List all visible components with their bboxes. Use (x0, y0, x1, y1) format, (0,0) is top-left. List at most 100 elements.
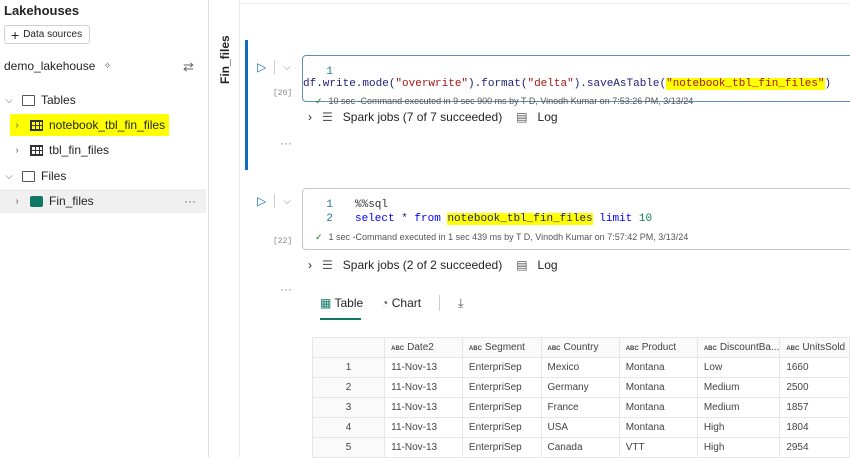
chevron-right-icon[interactable]: › (10, 120, 24, 131)
result-view-tabs: ▦ Table ◔ Chart ⤓ (320, 295, 463, 311)
line-number: 2 (326, 213, 333, 225)
chevron-right-icon[interactable]: › (308, 258, 312, 272)
vertical-tab-fin-files[interactable]: Fin_files (210, 0, 240, 457)
lakehouse-name[interactable]: demo_lakehouse ✧ (4, 59, 112, 73)
tree-item-files[interactable]: ⌵ Files (0, 164, 206, 188)
row-number: 3 (311, 397, 386, 418)
column-header[interactable]: ABC Segment (461, 337, 542, 358)
spark-jobs-label[interactable]: Spark jobs (2 of 2 succeeded) (343, 258, 502, 272)
log-link[interactable]: Log (538, 110, 558, 124)
line-number: 1 (326, 66, 333, 78)
tree-item-label: Tables (41, 93, 76, 107)
code-cell-2[interactable]: 1 %%sql 2 select * from notebook_tbl_fin_f… (302, 188, 850, 250)
tree-item-fin-files[interactable]: › Fin_files ··· (0, 189, 206, 213)
column-header[interactable]: ABC Date2 (384, 337, 463, 358)
code-cell-1[interactable]: 1df.write.mode("overwrite").format("delt… (302, 55, 850, 106)
string-type-icon: ABC (703, 346, 717, 352)
explorer-title: Lakehouses (4, 3, 80, 18)
cell-more-button[interactable]: ··· (280, 136, 292, 150)
column-header[interactable]: ABC Country (540, 337, 620, 358)
table-row[interactable]: 2 11-Nov-13 EnterpriSep Germany Montana Mediu… (311, 377, 850, 398)
code-token: df.write.mode( (303, 78, 396, 90)
chart-icon: ◔ (381, 296, 389, 310)
code-token: ).format( (468, 78, 528, 90)
spark-jobs-label[interactable]: Spark jobs (7 of 7 succeeded) (343, 110, 502, 124)
collapse-icon[interactable]: ⌵ (283, 196, 291, 207)
table-cell: 11-Nov-13 (384, 397, 463, 418)
code-token: ) (824, 78, 832, 90)
code-line[interactable]: 1df.write.mode("overwrite").format("delt… (303, 66, 850, 90)
spark-jobs-icon: ☰ (322, 258, 333, 272)
spark-jobs-row[interactable]: › ☰ Spark jobs (2 of 2 succeeded) ▤ Log (308, 258, 558, 272)
table-cell: 1857 (779, 397, 850, 418)
table-row[interactable]: 3 11-Nov-13 EnterpriSep France Montana Medium… (311, 397, 850, 418)
tab-table[interactable]: ▦ Table (320, 296, 363, 310)
code-line[interactable]: 1 %%sql (303, 199, 850, 211)
table-row[interactable]: 4 11-Nov-13 EnterpriSep USA Montana High 1804 (311, 417, 850, 438)
column-name: Segment (484, 342, 525, 353)
spark-jobs-row[interactable]: › ☰ Spark jobs (7 of 7 succeeded) ▤ Log (308, 110, 558, 124)
tree-item-tables[interactable]: ⌵ Tables (0, 88, 206, 112)
column-header[interactable]: ABC Product (618, 337, 698, 358)
table-cell: 11-Nov-13 (384, 357, 463, 378)
table-cell: Mexico (540, 357, 620, 378)
table-cell: 11-Nov-13 (384, 437, 463, 458)
string-type-icon: ABC (391, 346, 405, 352)
table-cell: 11-Nov-13 (384, 417, 463, 438)
code-line[interactable]: 2 select * from notebook_tbl_fin_files li… (303, 213, 850, 225)
chevron-right-icon[interactable]: › (10, 145, 24, 156)
table-row[interactable]: 5 11-Nov-13 EnterpriSep Canada VTT High 2954 (311, 437, 850, 458)
code-keyword: limit (599, 213, 633, 225)
table-cell: VTT (618, 437, 698, 458)
add-data-sources-button[interactable]: + Data sources (4, 25, 90, 44)
column-header[interactable]: ABC DiscountBa... (696, 337, 781, 358)
tree-item-label: Fin_files (49, 194, 94, 208)
chevron-down-icon[interactable]: ⌵ (2, 171, 16, 182)
lakehouse-explorer: Lakehouses + Data sources demo_lakehouse ✧… (0, 0, 209, 457)
run-cell-icon[interactable]: ▷ (257, 60, 266, 74)
code-token: %%sql (355, 199, 389, 211)
lakehouse-label: demo_lakehouse (4, 59, 96, 73)
code-string: "delta" (527, 78, 574, 90)
table-cell: Canada (540, 437, 620, 458)
chevron-right-icon[interactable]: › (308, 110, 312, 124)
log-link[interactable]: Log (538, 258, 558, 272)
run-cell-icon[interactable]: ▷ (257, 194, 266, 208)
tree-item-tbl-fin-files[interactable]: › tbl_fin_files (10, 138, 216, 162)
tab-label: Table (334, 296, 364, 310)
code-keyword: select (355, 213, 395, 225)
collapse-icon[interactable]: ⌵ (283, 62, 291, 73)
string-type-icon: ABC (786, 346, 800, 352)
spark-jobs-icon: ☰ (322, 110, 333, 124)
column-header[interactable]: ABC UnitsSold (779, 337, 850, 358)
table-cell: EnterpriSep (461, 437, 542, 458)
chevron-down-icon[interactable]: ⌵ (2, 95, 16, 106)
table-cell: EnterpriSep (461, 397, 542, 418)
string-type-icon: ABC (547, 346, 561, 352)
row-number: 2 (311, 377, 386, 398)
previous-cell-edge (240, 0, 850, 4)
column-name: Date2 (407, 342, 434, 353)
execution-status: ✓ 1 sec -Command executed in 1 sec 439 ms… (303, 232, 850, 243)
folder-icon (22, 170, 35, 182)
tree-item-notebook-tbl-fin-files[interactable]: › notebook_tbl_fin_files (10, 114, 170, 136)
tree-item-label: Files (41, 169, 67, 183)
pin-icon[interactable]: ✧ (103, 61, 111, 72)
table-cell: 2954 (779, 437, 850, 458)
table-row[interactable]: 1 11-Nov-13 EnterpriSep Mexico Montana Low 166… (311, 357, 850, 378)
download-icon[interactable]: ⤓ (458, 296, 463, 311)
column-name: Product (641, 342, 677, 353)
cell-more-button[interactable]: ··· (280, 282, 292, 296)
vertical-tab-label: Fin_files (218, 35, 232, 84)
delta-table-icon (30, 144, 43, 156)
more-options-button[interactable]: ··· (184, 194, 196, 208)
divider (439, 295, 441, 311)
plus-icon: + (11, 26, 20, 43)
code-string: "overwrite" (395, 78, 469, 90)
chevron-right-icon[interactable]: › (10, 196, 24, 207)
table-cell: 1660 (779, 357, 850, 378)
switch-lakehouse-icon[interactable]: ⇄ (183, 59, 194, 75)
row-number-header (311, 337, 386, 358)
table-cell: Montana (618, 357, 698, 378)
tab-chart[interactable]: ◔ Chart (381, 296, 421, 310)
